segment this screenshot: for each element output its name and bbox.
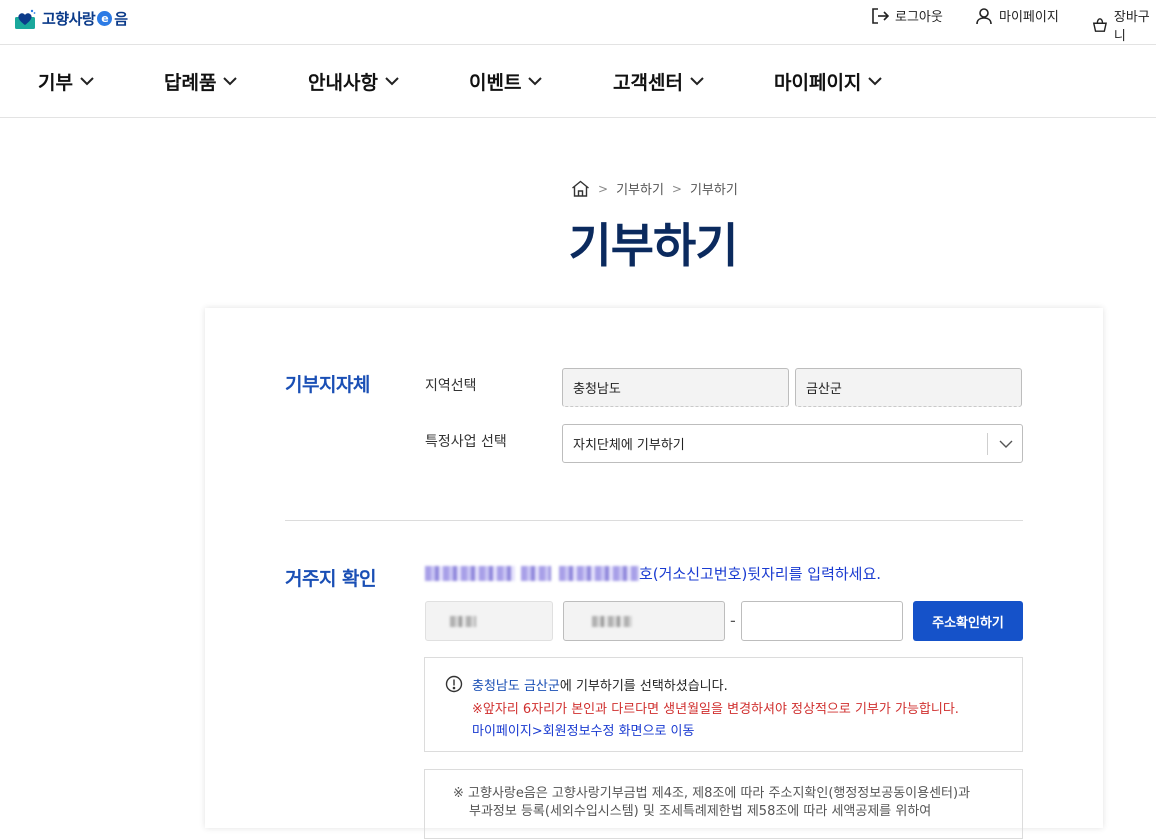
cart-link[interactable]: 장바구니 (1092, 6, 1156, 44)
instruction-text: 호(거소신고번호)뒷자리를 입력하세요. (639, 565, 882, 583)
notice-line-2: 부과정보 등록(세외수입시스템) 및 조세특례제한법 제58조에 따라 세액공제… (469, 804, 932, 819)
birthdate-warning: ※앞자리 6자리가 본인과 다르다면 생년월일을 변경하셔야 정상적으로 기부가… (472, 702, 959, 717)
logout-link[interactable]: 로그아웃 (871, 6, 943, 25)
logo-text-part1: 고향사랑 (42, 9, 96, 28)
redacted-value (450, 615, 476, 627)
info-alert-icon (445, 675, 463, 693)
edit-profile-link[interactable]: 마이페이지>회원정보수정 화면으로 이동 (472, 720, 694, 739)
chevron-down-icon (868, 77, 883, 86)
id-back-input[interactable] (741, 601, 903, 641)
logo-text-part2: 음 (114, 9, 128, 28)
id-separator: - (730, 611, 736, 630)
mypage-label: 마이페이지 (999, 10, 1059, 25)
nav-item-gifts[interactable]: 답례품 (164, 68, 238, 95)
logout-icon (872, 7, 889, 24)
id-front-field-2 (563, 601, 725, 641)
residence-instruction: 호(거소신고번호)뒷자리를 입력하세요. (425, 563, 881, 584)
chevron-down-icon (528, 77, 543, 86)
breadcrumb-item-current: 기부하기 (689, 183, 738, 198)
nav-item-events[interactable]: 이벤트 (469, 68, 543, 95)
chevron-down-icon (80, 77, 94, 86)
province-field: 충청남도 (562, 368, 789, 407)
nav-item-mypage[interactable]: 마이페이지 (774, 68, 883, 95)
project-select[interactable]: 자치단체에 기부하기 (562, 424, 1023, 463)
chevron-down-icon (999, 440, 1013, 448)
section-title-region: 기부지자체 (285, 374, 370, 396)
project-select-label: 특정사업 선택 (425, 434, 507, 450)
breadcrumb-separator: > (598, 181, 609, 196)
section-divider (285, 520, 1023, 521)
nav-item-label: 기부 (38, 72, 73, 94)
district-value: 금산군 (806, 382, 842, 397)
user-icon (976, 7, 992, 24)
nav-item-donation[interactable]: 기부 (38, 68, 94, 95)
cart-label: 장바구니 (1113, 10, 1150, 44)
breadcrumb: > 기부하기 > 기부하기 (571, 179, 738, 198)
breadcrumb-separator: > (671, 181, 682, 196)
nav-item-label: 안내사항 (308, 72, 378, 94)
top-utility-bar: 고향사랑 e 음 로그아웃 마이페이지 장바구니 (0, 0, 1156, 45)
heart-logo-icon (14, 8, 36, 29)
legal-notice-box: ※ 고향사랑e음은 고향사랑기부금법 제4조, 제8조에 따라 주소지확인(행정… (424, 769, 1023, 839)
page-title: 기부하기 (568, 219, 739, 274)
notice-line-1: ※ 고향사랑e음은 고향사랑기부금법 제4조, 제8조에 따라 주소지확인(행정… (453, 786, 971, 801)
province-value: 충청남도 (573, 382, 621, 397)
mypage-link[interactable]: 마이페이지 (975, 6, 1059, 25)
nav-item-guide[interactable]: 안내사항 (308, 68, 399, 95)
site-logo[interactable]: 고향사랑 e 음 (14, 4, 128, 32)
district-field: 금산군 (795, 368, 1022, 407)
nav-item-label: 고객센터 (613, 72, 683, 94)
nav-item-support[interactable]: 고객센터 (613, 68, 704, 95)
selected-region-highlight: 충청남도 금산군 (472, 679, 560, 694)
nav-item-label: 마이페이지 (774, 72, 862, 94)
selection-info-text: 충청남도 금산군에 기부하기를 선택하셨습니다. (472, 675, 728, 694)
redacted-text (559, 566, 639, 581)
verify-address-button[interactable]: 주소확인하기 (913, 601, 1023, 641)
selected-info-suffix: 에 기부하기를 선택하셨습니다. (559, 679, 728, 694)
breadcrumb-item[interactable]: 기부하기 (616, 179, 664, 198)
donation-form-card: 기부지자체 지역선택 충청남도 금산군 특정사업 선택 자치단체에 기부하기 거… (205, 308, 1103, 839)
nav-item-label: 답례품 (164, 72, 217, 94)
redacted-value (592, 615, 632, 627)
logo-e-mark: e (97, 10, 113, 26)
logout-label: 로그아웃 (895, 10, 943, 25)
id-front-field-1 (425, 601, 553, 641)
section-title-residence: 거주지 확인 (285, 568, 377, 590)
cart-icon (1092, 18, 1107, 32)
selection-info-box: 충청남도 금산군에 기부하기를 선택하셨습니다. ※앞자리 6자리가 본인과 다… (424, 657, 1023, 752)
logo-text: 고향사랑 e 음 (42, 8, 128, 29)
chevron-down-icon (223, 77, 238, 86)
redacted-text (425, 566, 515, 581)
chevron-down-icon (385, 77, 399, 86)
home-icon[interactable] (571, 180, 590, 197)
nav-item-label: 이벤트 (469, 72, 522, 94)
chevron-down-icon (690, 77, 704, 86)
select-divider (987, 433, 988, 455)
main-nav: 기부 답례품 안내사항 이벤트 고객센터 마이페이지 (0, 46, 1156, 118)
region-select-label: 지역선택 (425, 378, 477, 394)
project-select-value: 자치단체에 기부하기 (573, 438, 685, 453)
redacted-text (521, 566, 551, 581)
